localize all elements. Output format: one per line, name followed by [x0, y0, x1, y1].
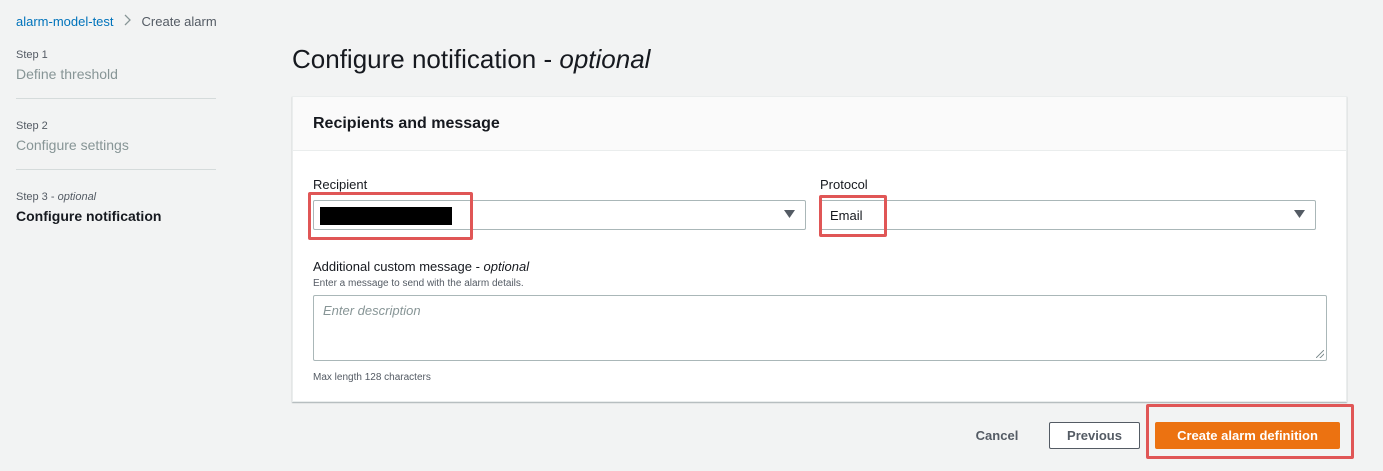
protocol-value: Email	[830, 208, 863, 223]
message-label: Additional custom message - optional	[313, 259, 529, 274]
step-3-current: Configure notification	[16, 208, 162, 224]
panel-header: Recipients and message	[293, 97, 1346, 151]
redacted-recipient-value	[320, 207, 452, 225]
page-title: Configure notification - optional	[292, 44, 650, 75]
chevron-right-icon	[124, 13, 132, 29]
step-2-number: Step 2	[16, 120, 48, 132]
cancel-button[interactable]: Cancel	[962, 423, 1032, 447]
step-3: Step 3 - optional Configure notification	[16, 190, 216, 240]
recipients-panel: Recipients and message Recipient Protoco…	[292, 96, 1347, 402]
resize-handle-icon[interactable]	[1316, 350, 1324, 358]
breadcrumb-current: Create alarm	[141, 13, 217, 29]
message-label-text: Additional custom message -	[313, 259, 480, 274]
step-3-optional: optional	[57, 191, 97, 203]
step-1-number: Step 1	[16, 49, 48, 61]
step-2: Step 2 Configure settings	[16, 119, 216, 170]
message-label-optional: optional	[483, 259, 530, 274]
panel-title: Recipients and message	[313, 114, 500, 132]
protocol-select[interactable]: Email	[820, 200, 1316, 230]
step-3-number: Step 3 - optional	[16, 191, 97, 203]
page-title-optional: optional	[559, 44, 651, 74]
message-placeholder: Enter description	[323, 303, 421, 318]
recipient-select[interactable]	[313, 200, 806, 230]
caret-down-icon	[1294, 209, 1305, 221]
protocol-label: Protocol	[820, 177, 868, 192]
step-3-number-text: Step 3	[16, 191, 48, 203]
page-title-text: Configure notification -	[292, 44, 553, 74]
breadcrumb-link-alarm-model[interactable]: alarm-model-test	[16, 14, 114, 29]
message-textarea[interactable]: Enter description	[313, 295, 1327, 361]
step-1-link[interactable]: Define threshold	[16, 65, 216, 83]
wizard-steps: Step 1 Define threshold Step 2 Configure…	[16, 48, 216, 260]
step-2-link[interactable]: Configure settings	[16, 136, 216, 154]
caret-down-icon	[784, 209, 795, 221]
previous-button[interactable]: Previous	[1049, 422, 1140, 449]
create-alarm-definition-button[interactable]: Create alarm definition	[1155, 422, 1340, 449]
recipient-label: Recipient	[313, 177, 368, 192]
message-description: Enter a message to send with the alarm d…	[313, 278, 524, 289]
message-constraint: Max length 128 characters	[313, 372, 431, 383]
breadcrumb: alarm-model-test Create alarm	[16, 13, 217, 29]
step-1: Step 1 Define threshold	[16, 48, 216, 99]
